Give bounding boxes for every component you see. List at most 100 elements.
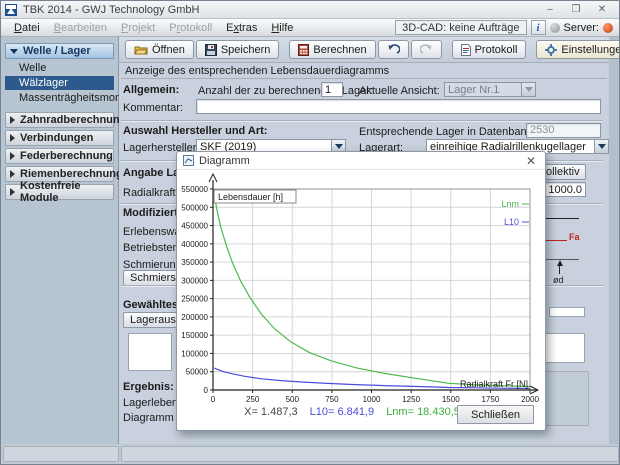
chart-icon	[183, 155, 194, 166]
fa-label: Fa	[569, 232, 580, 242]
sidebar-item-welle[interactable]: Welle	[5, 61, 114, 75]
toolbar-button-label: Öffnen	[152, 44, 185, 56]
svg-text:50000: 50000	[186, 368, 209, 377]
svg-text:350000: 350000	[181, 258, 208, 267]
menubar-right: 3D-CAD: keine Aufträge i Server:	[395, 20, 613, 35]
lagerauswahl-button[interactable]: Lagerausw	[123, 312, 179, 328]
toolbar-button-label: Speichern	[221, 44, 271, 56]
svg-text:1500: 1500	[442, 395, 460, 404]
datenbank-count-field: 2530	[526, 123, 601, 138]
svg-text:1250: 1250	[402, 395, 420, 404]
readout-x: X= 1.487,3	[244, 406, 298, 422]
svg-text:1000: 1000	[363, 395, 381, 404]
toolbar-button-label: Einstellungen	[561, 44, 620, 56]
toolbar-group: Öffnen Speichern	[125, 40, 279, 59]
menu-extras[interactable]: Extras	[219, 21, 264, 35]
menu-bar: DateiBearbeitenProjektProtokollExtrasHil…	[1, 19, 619, 37]
dialog-close-icon[interactable]: ✕	[523, 154, 539, 168]
document-icon	[461, 44, 471, 56]
triangle-collapsed-icon	[10, 134, 15, 142]
svg-text:0: 0	[204, 386, 209, 395]
svg-text:550000: 550000	[181, 185, 208, 194]
svg-text:2000: 2000	[521, 395, 539, 404]
svg-text:450000: 450000	[181, 222, 208, 231]
aktuelle-ansicht-combo[interactable]: Lager Nr.1	[444, 82, 536, 97]
svg-text:750: 750	[325, 395, 339, 404]
aktuelle-ansicht-label: Aktuelle Ansicht:	[359, 85, 440, 97]
title-bar: TBK 2014 - GWJ Technology GmbH – ❐ ✕	[1, 1, 619, 19]
od-label: ød	[553, 275, 564, 285]
speichern-button[interactable]: Speichern	[196, 40, 280, 59]
bearing-preview-box	[128, 333, 172, 371]
chevron-down-icon	[521, 83, 535, 96]
schmierstoff-button[interactable]: Schmiers	[123, 270, 179, 286]
calculator-icon	[298, 44, 309, 56]
redo-icon	[420, 44, 433, 55]
diagramm-label: Diagramm d	[123, 412, 183, 424]
toolbar-group: Berechnen	[289, 40, 441, 59]
kommentar-input[interactable]	[196, 99, 601, 114]
sidebar-item-massenträgheitsmoment[interactable]: Massenträgheitsmoment	[5, 91, 114, 105]
berechnen-button[interactable]: Berechnen	[289, 40, 375, 59]
menu-bearbeiten: Bearbeiten	[47, 21, 114, 35]
panel-fragment	[543, 371, 589, 426]
settings-icon	[545, 44, 557, 56]
triangle-expanded-icon	[10, 49, 18, 54]
svg-text:1750: 1750	[481, 395, 499, 404]
readout-l10: L10= 6.841,9	[310, 406, 375, 422]
sidebar-section-welle-lager[interactable]: Welle / Lager	[5, 43, 114, 59]
svg-text:250000: 250000	[181, 295, 208, 304]
sidebar-section-label: Zahnradberechnung	[20, 114, 126, 126]
sidebar-section-kostenfreie-module[interactable]: Kostenfreie Module	[5, 184, 114, 200]
triangle-collapsed-icon	[10, 152, 15, 160]
einstellungen-button[interactable]: Einstellungen	[536, 40, 620, 59]
sidebar-item-wälzlager[interactable]: Wälzlager	[5, 76, 114, 90]
dialog-title: Diagramm	[199, 155, 250, 167]
svg-text:0: 0	[211, 395, 216, 404]
status-cell-right	[121, 446, 619, 462]
save-disk-icon	[205, 44, 217, 56]
app-icon	[5, 4, 17, 16]
maximize-button[interactable]: ❐	[563, 2, 589, 18]
sidebar-section-federberechnung[interactable]: Federberechnung	[5, 148, 114, 164]
auswahl-heading: Auswahl Hersteller und Art:	[123, 125, 267, 137]
info-button[interactable]: i	[531, 20, 546, 35]
server-status-led	[603, 23, 613, 33]
menu-datei[interactable]: Datei	[7, 21, 47, 35]
sidebar-section-label: Riemenberechnung	[20, 168, 123, 180]
diagramm-dialog: Diagramm ✕ 0 50000 100000 150000 200000 25000…	[176, 151, 546, 431]
svg-text:Lnm: Lnm	[501, 199, 519, 209]
svg-text:100000: 100000	[181, 349, 208, 358]
svg-text:200000: 200000	[181, 313, 208, 322]
toolbar-button-label: Protokoll	[475, 44, 518, 56]
redo-button[interactable]	[411, 40, 442, 59]
menu-hilfe[interactable]: Hilfe	[264, 21, 300, 35]
status-bar	[1, 444, 620, 464]
sidebar-section-verbindungen[interactable]: Verbindungen	[5, 130, 114, 146]
server-label: Server:	[564, 22, 599, 34]
minimize-button[interactable]: –	[537, 2, 563, 18]
öffnen-button[interactable]: Öffnen	[125, 40, 194, 59]
dialog-title-bar[interactable]: Diagramm ✕	[177, 152, 545, 170]
cursor-readout: X= 1.487,3 L10= 6.841,9 Lnm= 18.430,5	[232, 406, 472, 422]
schliessen-button[interactable]: Schließen	[457, 405, 534, 424]
window-title: TBK 2014 - GWJ Technology GmbH	[23, 4, 537, 16]
close-button[interactable]: ✕	[589, 2, 615, 18]
od-arrow-stem	[559, 266, 560, 274]
svg-text:150000: 150000	[181, 331, 208, 340]
anzahl-lager-input[interactable]	[321, 82, 343, 97]
svg-text:Lebensdauer [h]: Lebensdauer [h]	[218, 192, 283, 202]
protokoll-button[interactable]: Protokoll	[452, 40, 527, 59]
anzahl-lager-label: Anzahl der zu berechnenden Lager:	[198, 85, 373, 97]
triangle-collapsed-icon	[10, 188, 15, 196]
cad-status-field: 3D-CAD: keine Aufträge	[395, 20, 526, 35]
open-folder-icon	[134, 44, 148, 56]
sidebar-section-zahnradberechnung[interactable]: Zahnradberechnung	[5, 112, 114, 128]
lifetime-chart: 0500001000001500002000002500003000003500…	[177, 170, 547, 404]
svg-text:L10: L10	[504, 217, 519, 227]
svg-text:500: 500	[286, 395, 300, 404]
undo-button[interactable]	[378, 40, 409, 59]
datenbank-label: Entsprechende Lager in Datenbank:	[359, 126, 535, 138]
cad-status-led	[550, 23, 560, 33]
lagerlebensdauer-label: Lagerlebens	[123, 397, 184, 409]
